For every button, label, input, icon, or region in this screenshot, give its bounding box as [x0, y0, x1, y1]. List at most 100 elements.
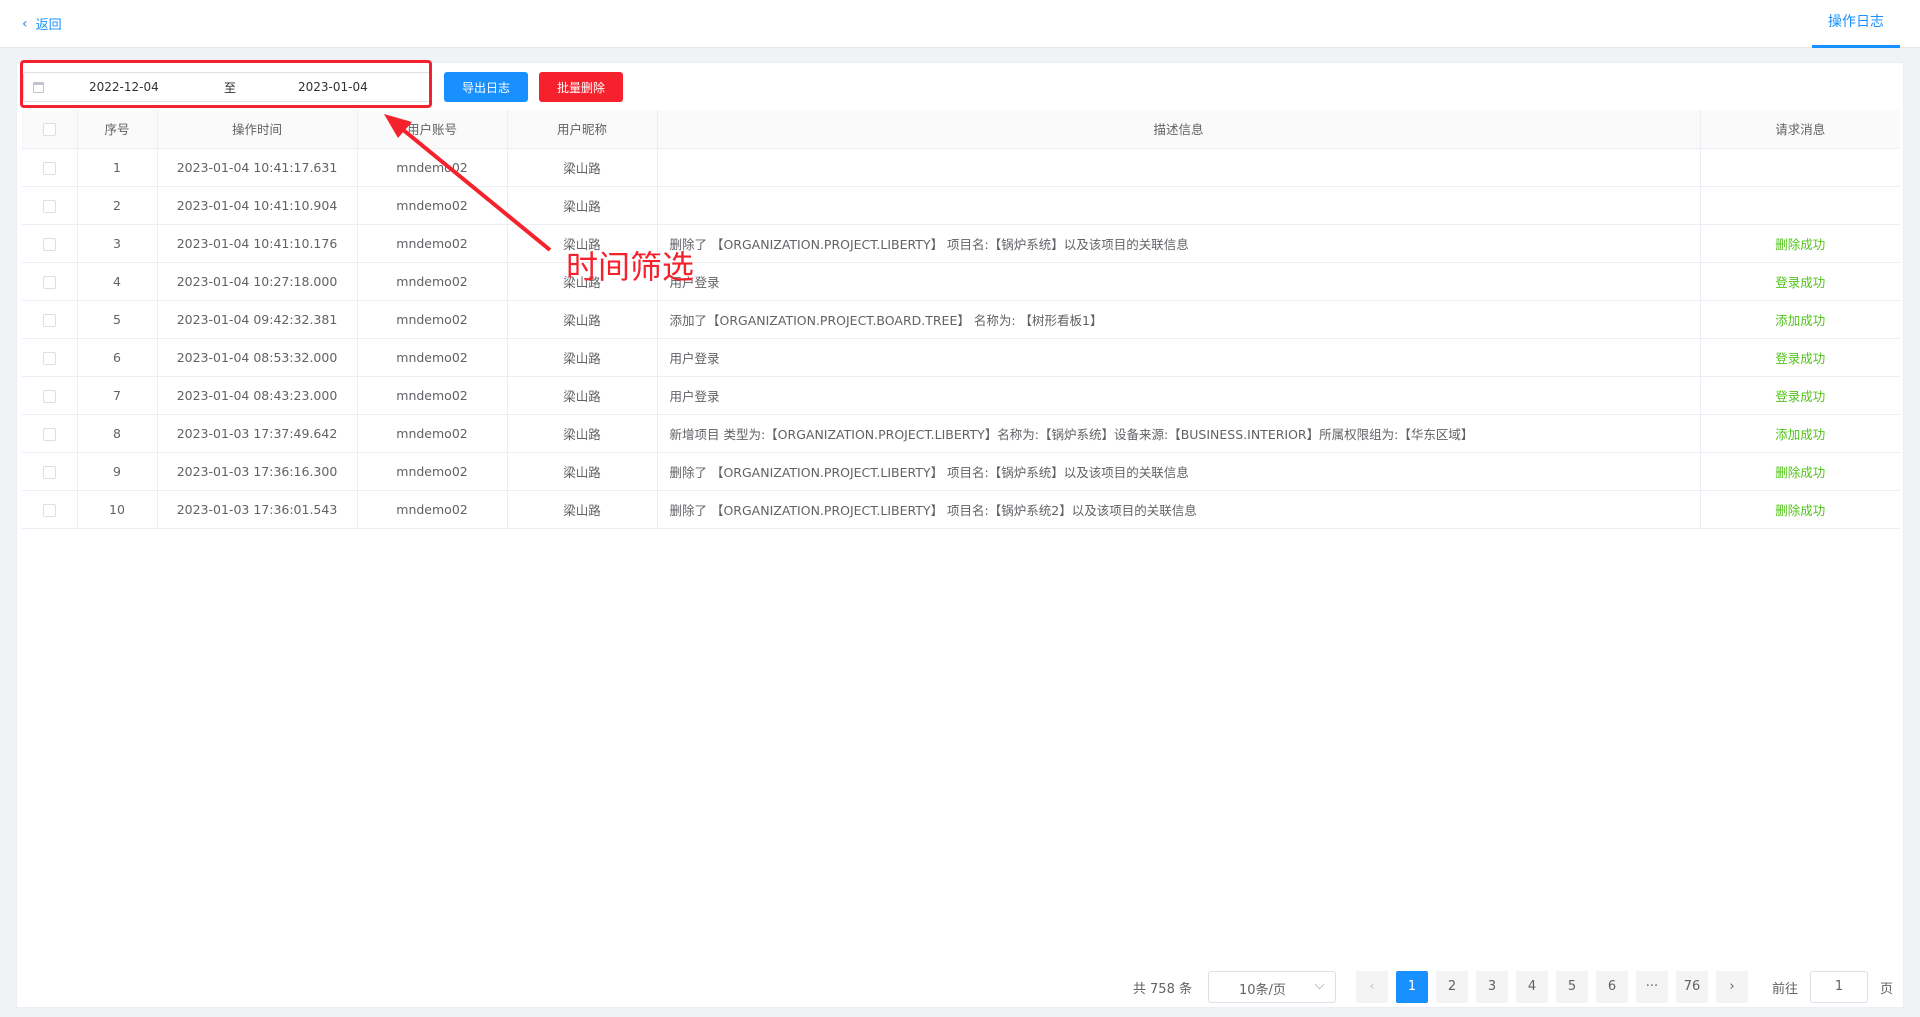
row-checkbox[interactable] [42, 503, 56, 517]
page-button-2[interactable]: 2 [1435, 971, 1468, 1003]
cell-account: mndemo02 [357, 148, 508, 187]
prev-page-button[interactable]: ‹ [1355, 971, 1388, 1003]
cell-message: 登录成功 [1700, 376, 1900, 415]
row-checkbox[interactable] [42, 465, 56, 479]
cell-description: 删除了 【ORGANIZATION.PROJECT.LIBERTY】 项目名:【… [657, 490, 1701, 529]
cell-time: 2023-01-03 17:36:01.543 [157, 490, 358, 529]
start-date[interactable]: 2022-12-04 [89, 80, 159, 94]
table-row[interactable]: 8 2023-01-03 17:37:49.642 mndemo02 梁山路 新增项目 … [22, 414, 1900, 453]
cell-nickname: 梁山路 [507, 186, 658, 225]
page-button-6[interactable]: 6 [1595, 971, 1628, 1003]
row-select-cell [22, 186, 78, 225]
col-header-description: 描述信息 [657, 110, 1701, 149]
cell-no: 6 [77, 338, 158, 377]
cell-nickname: 梁山路 [507, 148, 658, 187]
cell-no: 3 [77, 224, 158, 263]
cell-no: 8 [77, 414, 158, 453]
log-table: 序号 操作时间 用户账号 用户昵称 描述信息 请求消息 1 2023-01-04 … [22, 110, 1900, 529]
goto-suffix: 页 [1879, 981, 1893, 997]
row-checkbox[interactable] [42, 199, 56, 213]
row-select-cell [22, 224, 78, 263]
chevron-left-icon: ‹ [22, 15, 28, 32]
row-checkbox[interactable] [42, 161, 56, 175]
page-size-value: 10条/页 [1238, 983, 1286, 998]
calendar-icon [33, 82, 44, 93]
cell-time: 2023-01-04 10:41:17.631 [157, 148, 358, 187]
row-select-cell [22, 148, 78, 187]
table-row[interactable]: 1 2023-01-04 10:41:17.631 mndemo02 梁山路 [22, 148, 1900, 187]
goto-page-input[interactable]: 1 [1809, 971, 1868, 1003]
cell-account: mndemo02 [357, 376, 508, 415]
cell-no: 1 [77, 148, 158, 187]
row-select-cell [22, 300, 78, 339]
log-panel: 2022-12-04 至 2023-01-04 导出日志 批量删除 序号 操作时… [16, 62, 1904, 1008]
cell-no: 4 [77, 262, 158, 301]
row-checkbox[interactable] [42, 275, 56, 289]
cell-no: 5 [77, 300, 158, 339]
row-checkbox[interactable] [42, 389, 56, 403]
goto-page: 前往 1 页 [1772, 971, 1893, 1003]
cell-time: 2023-01-03 17:36:16.300 [157, 452, 358, 491]
cell-time: 2023-01-04 08:43:23.000 [157, 376, 358, 415]
cell-account: mndemo02 [357, 224, 508, 263]
col-header-account: 用户账号 [357, 110, 508, 149]
cell-time: 2023-01-04 09:42:32.381 [157, 300, 358, 339]
page-button-5[interactable]: 5 [1555, 971, 1588, 1003]
cell-account: mndemo02 [357, 186, 508, 225]
page-ellipsis[interactable]: ··· [1635, 971, 1668, 1003]
row-select-cell [22, 414, 78, 453]
table-row[interactable]: 10 2023-01-03 17:36:01.543 mndemo02 梁山路 删除了 … [22, 490, 1900, 529]
row-checkbox[interactable] [42, 427, 56, 441]
page-button-1[interactable]: 1 [1395, 971, 1428, 1003]
cell-account: mndemo02 [357, 338, 508, 377]
back-label: 返回 [35, 18, 62, 33]
row-checkbox[interactable] [42, 351, 56, 365]
cell-description: 添加了【ORGANIZATION.PROJECT.BOARD.TREE】 名称为… [657, 300, 1701, 339]
cell-nickname: 梁山路 [507, 414, 658, 453]
date-range-picker[interactable]: 2022-12-04 至 2023-01-04 [23, 72, 431, 102]
row-select-cell [22, 338, 78, 377]
page-button-4[interactable]: 4 [1515, 971, 1548, 1003]
pagination: 共 758 条 10条/页 ‹ 123456 ··· 76 › 前往 1 页 [1133, 971, 1893, 1003]
cell-nickname: 梁山路 [507, 300, 658, 339]
annotation-label: 时间筛选 [566, 248, 695, 286]
cell-description: 用户登录 [657, 376, 1701, 415]
row-select-cell [22, 452, 78, 491]
cell-description: 用户登录 [657, 262, 1701, 301]
cell-no: 2 [77, 186, 158, 225]
cell-message: 删除成功 [1700, 490, 1900, 529]
row-select-cell [22, 490, 78, 529]
cell-message: 删除成功 [1700, 224, 1900, 263]
page-size-select[interactable]: 10条/页 [1207, 971, 1336, 1003]
page-button-3[interactable]: 3 [1475, 971, 1508, 1003]
cell-message: 登录成功 [1700, 338, 1900, 377]
chevron-down-icon [1314, 979, 1325, 990]
cell-time: 2023-01-03 17:37:49.642 [157, 414, 358, 453]
end-date[interactable]: 2023-01-04 [298, 80, 368, 94]
cell-message: 添加成功 [1700, 414, 1900, 453]
cell-description [657, 186, 1701, 225]
top-bar: ‹ 返回 操作日志 [0, 0, 1920, 48]
export-log-button[interactable]: 导出日志 [444, 72, 528, 102]
tab-operation-log[interactable]: 操作日志 [1812, 0, 1900, 48]
batch-delete-button[interactable]: 批量删除 [539, 72, 623, 102]
back-button[interactable]: ‹ 返回 [22, 14, 62, 34]
cell-description: 删除了 【ORGANIZATION.PROJECT.LIBERTY】 项目名:【… [657, 452, 1701, 491]
cell-message: 添加成功 [1700, 300, 1900, 339]
goto-prefix: 前往 [1771, 981, 1798, 997]
select-all-checkbox[interactable] [42, 123, 56, 137]
table-row[interactable]: 7 2023-01-04 08:43:23.000 mndemo02 梁山路 用户登录登… [22, 376, 1900, 415]
range-separator: 至 [224, 81, 237, 95]
cell-time: 2023-01-04 10:41:10.904 [157, 186, 358, 225]
next-page-button[interactable]: › [1715, 971, 1748, 1003]
table-row[interactable]: 4 2023-01-04 10:27:18.000 mndemo02 梁山路 用户登录登… [22, 262, 1900, 301]
table-row[interactable]: 2 2023-01-04 10:41:10.904 mndemo02 梁山路 [22, 186, 1900, 225]
table-row[interactable]: 3 2023-01-04 10:41:10.176 mndemo02 梁山路 删除了 【… [22, 224, 1900, 263]
row-checkbox[interactable] [42, 313, 56, 327]
cell-nickname: 梁山路 [507, 338, 658, 377]
table-row[interactable]: 6 2023-01-04 08:53:32.000 mndemo02 梁山路 用户登录登… [22, 338, 1900, 377]
row-checkbox[interactable] [42, 237, 56, 251]
page-button-last[interactable]: 76 [1675, 971, 1708, 1003]
table-row[interactable]: 5 2023-01-04 09:42:32.381 mndemo02 梁山路 添加了【O… [22, 300, 1900, 339]
table-row[interactable]: 9 2023-01-03 17:36:16.300 mndemo02 梁山路 删除了 【… [22, 452, 1900, 491]
